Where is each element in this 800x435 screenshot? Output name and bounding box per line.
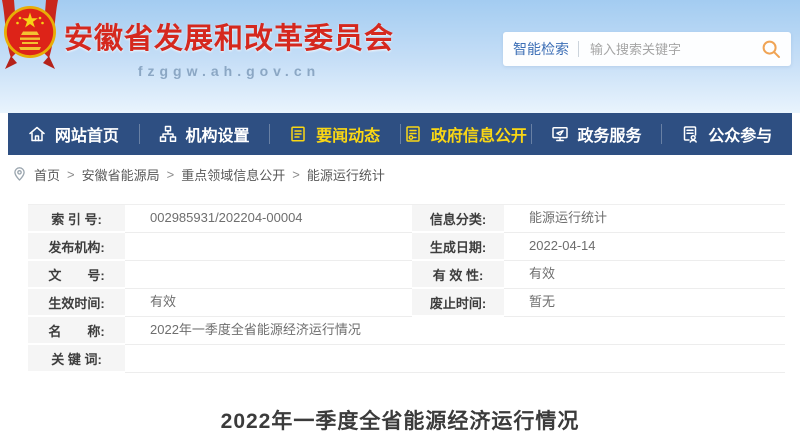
breadcrumb-item-0[interactable]: 首页: [34, 165, 60, 184]
nav-item-1[interactable]: 机构设置: [139, 113, 270, 155]
info-label: 生成日期:: [412, 233, 504, 261]
main-nav: 网站首页 机构设置 要闻动态 政府信息公开 政务服务 公众参与: [8, 113, 792, 155]
site-url: fzggw.ah.gov.cn: [64, 63, 394, 79]
info-label: 生效时间:: [28, 289, 125, 317]
search-bar: 智能检索: [503, 32, 791, 66]
info-label: 发布机构:: [28, 233, 125, 261]
info-label: 文 号:: [28, 261, 125, 289]
news-icon: [289, 125, 307, 143]
site-header: 安徽省发展和改革委员会 fzggw.ah.gov.cn 智能检索: [0, 0, 800, 113]
info-label: 废止时间:: [412, 289, 504, 317]
nav-item-5[interactable]: 公众参与: [661, 113, 792, 155]
breadcrumb: 首页 > 安徽省能源局 > 重点领域信息公开 > 能源运行统计: [12, 164, 385, 184]
nav-item-label: 政府信息公开: [431, 122, 527, 146]
info-value: 暂无: [504, 289, 785, 317]
info-value: [125, 233, 412, 261]
org-chart-icon: [159, 125, 177, 143]
search-divider: [578, 41, 579, 57]
search-icon[interactable]: [761, 39, 781, 59]
info-label: 名 称:: [28, 317, 125, 345]
home-icon: [28, 125, 46, 143]
nav-item-3[interactable]: 政府信息公开: [400, 113, 531, 155]
china-national-emblem-icon: [1, 0, 59, 74]
info-value: 2022-04-14: [504, 233, 785, 261]
site-identity: 安徽省发展和改革委员会 fzggw.ah.gov.cn: [64, 15, 394, 79]
nav-item-label: 政务服务: [578, 122, 642, 146]
info-value: [125, 345, 785, 373]
breadcrumb-item-1[interactable]: 安徽省能源局: [82, 165, 160, 184]
info-value: 有效: [504, 261, 785, 289]
nav-item-label: 机构设置: [186, 122, 250, 146]
info-value: 2022年一季度全省能源经济运行情况: [125, 317, 785, 345]
info-value: 能源运行统计: [504, 205, 785, 233]
info-value: 002985931/202204-00004: [125, 205, 412, 233]
breadcrumb-item-2[interactable]: 重点领域信息公开: [181, 165, 285, 184]
smart-search-link[interactable]: 智能检索: [513, 39, 569, 59]
breadcrumb-separator: >: [167, 167, 175, 182]
breadcrumb-separator: >: [67, 167, 75, 182]
breadcrumb-item-3: 能源运行统计: [307, 165, 385, 184]
info-label: 索 引 号:: [28, 205, 125, 233]
info-label: 信息分类:: [412, 205, 504, 233]
monitor-icon: [551, 125, 569, 143]
breadcrumb-separator: >: [292, 167, 300, 182]
nav-item-0[interactable]: 网站首页: [8, 113, 139, 155]
nav-item-4[interactable]: 政务服务: [531, 113, 662, 155]
nav-item-label: 要闻动态: [316, 122, 380, 146]
nav-item-label: 公众参与: [708, 122, 772, 146]
info-value: 有效: [125, 289, 412, 317]
info-label: 有 效 性:: [412, 261, 504, 289]
participation-icon: [681, 125, 699, 143]
document-info-table: 索 引 号:002985931/202204-00004信息分类:能源运行统计发…: [28, 204, 785, 373]
info-value: [125, 261, 412, 289]
location-pin-icon: [12, 166, 27, 182]
nav-item-2[interactable]: 要闻动态: [269, 113, 400, 155]
article-title: 2022年一季度全省能源经济运行情况: [0, 405, 800, 435]
search-input[interactable]: [588, 41, 761, 58]
info-disclosure-icon: [404, 125, 422, 143]
site-title: 安徽省发展和改革委员会: [64, 15, 394, 57]
info-label: 关 键 词:: [28, 345, 125, 373]
nav-item-label: 网站首页: [55, 122, 119, 146]
